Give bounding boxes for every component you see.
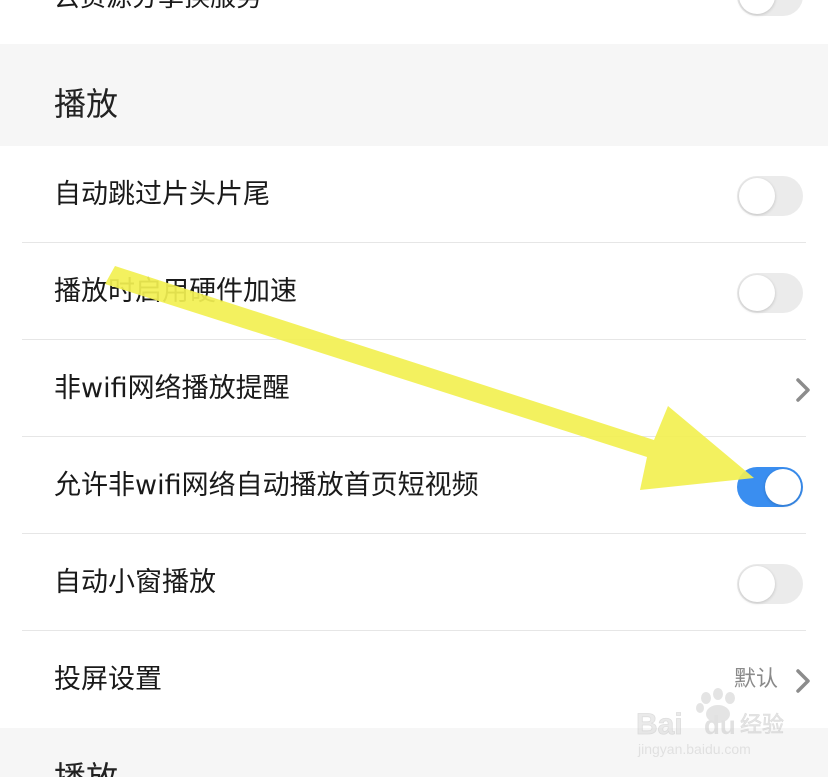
auto-mini-window-toggle[interactable] xyxy=(737,564,803,604)
row-label: 自动跳过片头片尾 xyxy=(54,179,270,210)
row-non-wifi-play-reminder[interactable]: 非wifi网络播放提醒 xyxy=(0,340,828,437)
svg-text:du: du xyxy=(704,710,736,740)
svg-text:jingyan.baidu.com: jingyan.baidu.com xyxy=(637,741,751,757)
section-header-play: 播放 xyxy=(54,85,119,123)
toggle-knob xyxy=(765,469,801,505)
skip-intro-outro-toggle[interactable] xyxy=(737,176,803,216)
row-non-wifi-autoplay-short-video[interactable]: 允许非wifi网络自动播放首页短视频 xyxy=(0,437,828,534)
partial-row-toggle[interactable] xyxy=(737,0,803,16)
baidu-watermark-logo: Bai du 经验 jingyan.baidu.com xyxy=(636,688,784,757)
row-hardware-acceleration[interactable]: 播放时启用硬件加速 xyxy=(0,243,828,340)
chevron-right-icon xyxy=(796,378,810,402)
svg-text:Bai: Bai xyxy=(636,708,683,741)
previous-section-card: 云资源分享换服务 xyxy=(0,0,828,44)
row-auto-mini-window[interactable]: 自动小窗播放 xyxy=(0,534,828,631)
toggle-knob xyxy=(739,566,775,602)
row-label: 投屏设置 xyxy=(54,664,162,695)
settings-screen: 云资源分享换服务 播放 自动跳过片头片尾 播放时启用硬件加速 非wifi网络播放… xyxy=(0,0,828,777)
section-header-next: 播放 xyxy=(54,758,118,777)
partial-row-label: 云资源分享换服务 xyxy=(54,0,262,18)
row-label: 非wifi网络播放提醒 xyxy=(54,373,290,404)
non-wifi-autoplay-toggle[interactable] xyxy=(737,467,803,507)
row-label: 自动小窗播放 xyxy=(54,567,216,598)
hardware-acceleration-toggle[interactable] xyxy=(737,273,803,313)
row-label: 播放时启用硬件加速 xyxy=(54,276,297,307)
toggle-knob xyxy=(739,275,775,311)
play-settings-card: 自动跳过片头片尾 播放时启用硬件加速 非wifi网络播放提醒 允许非wifi网络… xyxy=(0,146,828,728)
toggle-knob xyxy=(739,0,775,14)
row-skip-intro-outro[interactable]: 自动跳过片头片尾 xyxy=(0,146,828,243)
svg-text:经验: 经验 xyxy=(740,713,784,738)
toggle-knob xyxy=(739,178,775,214)
row-label: 允许非wifi网络自动播放首页短视频 xyxy=(54,470,479,501)
